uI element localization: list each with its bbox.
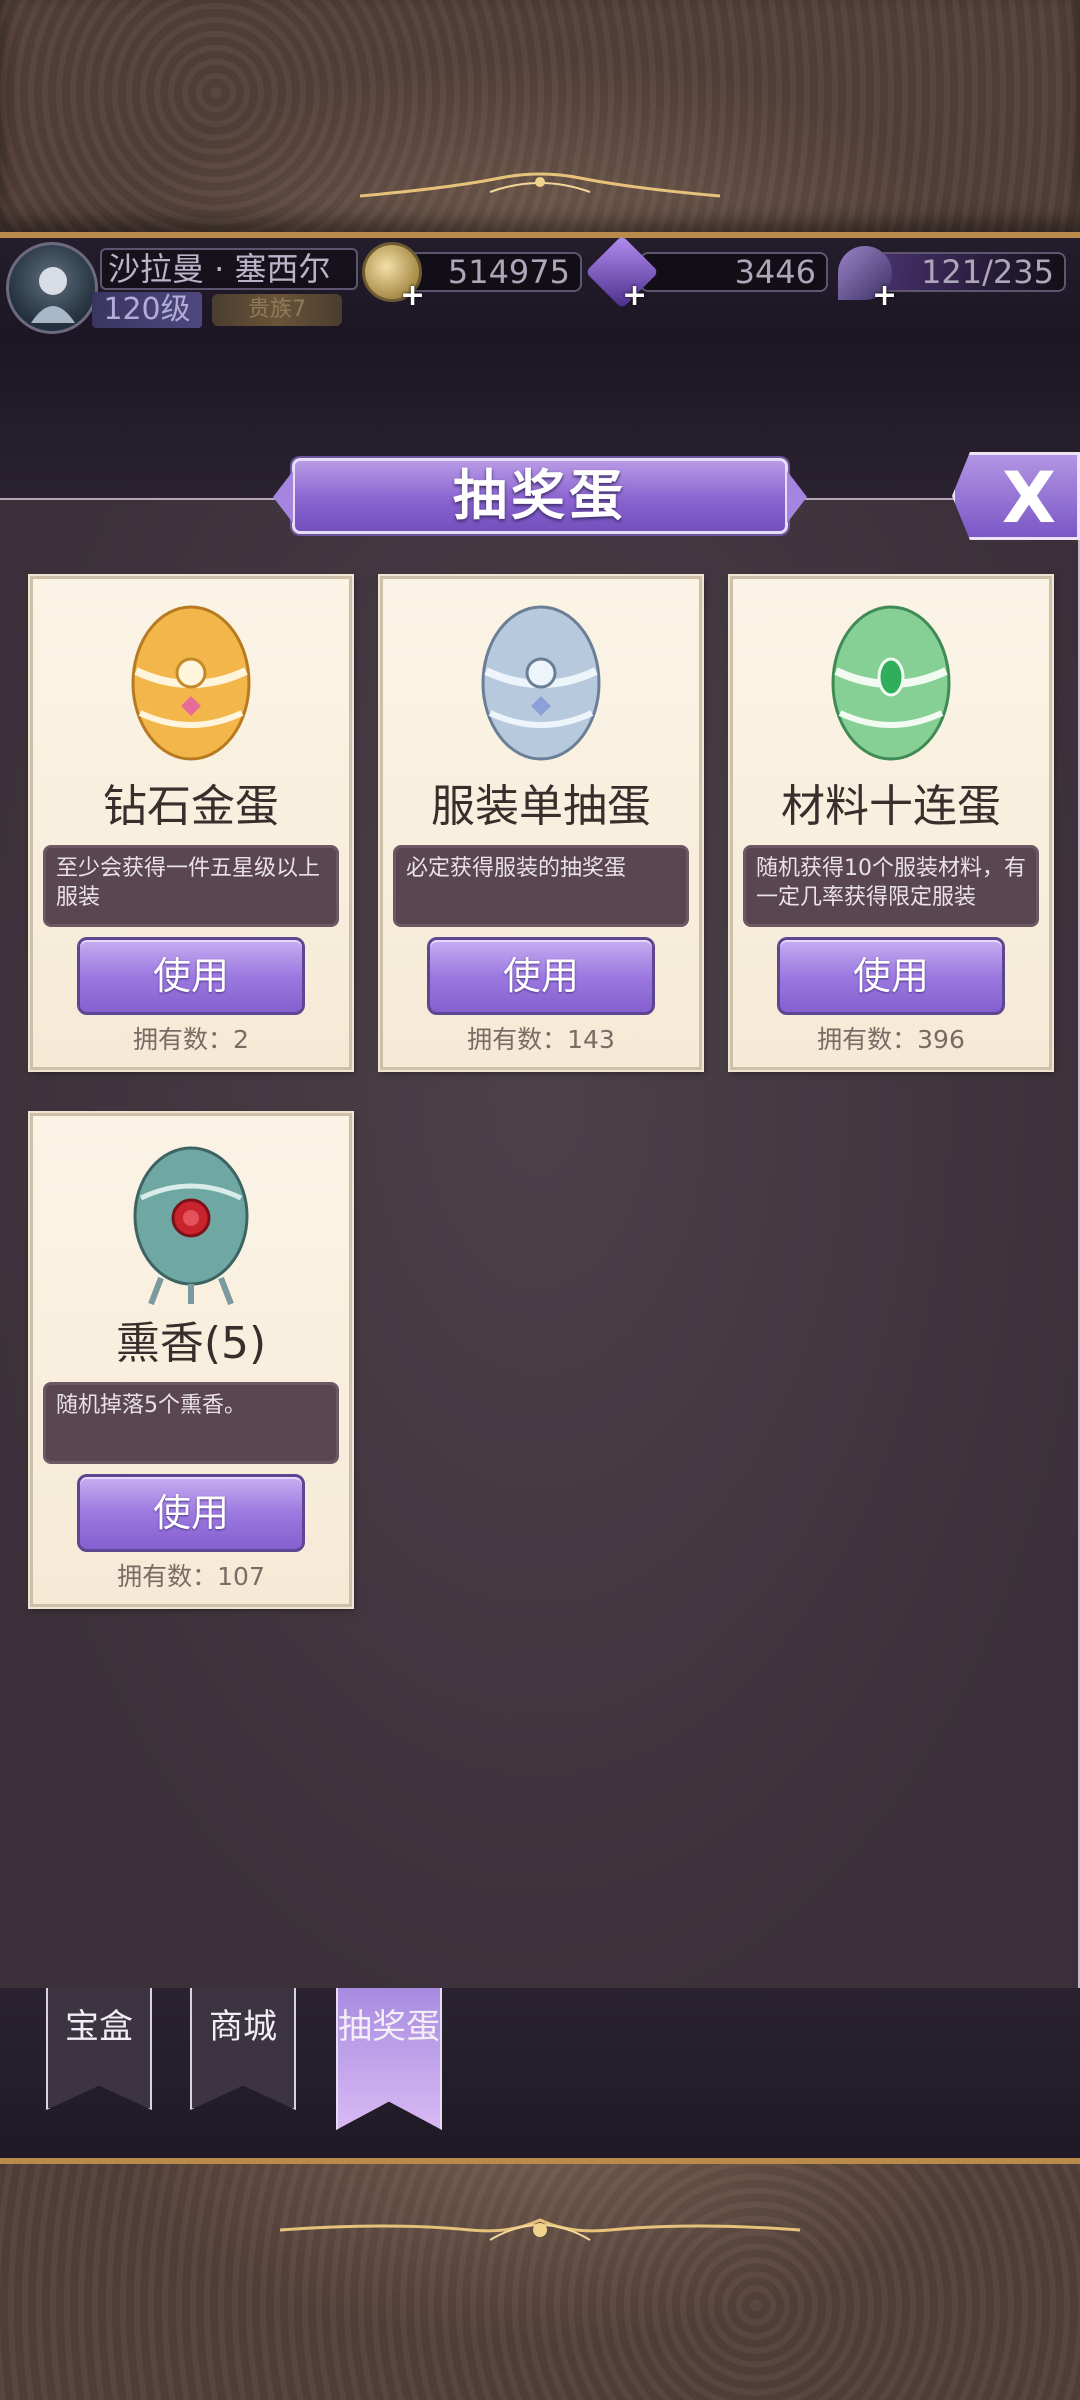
top-frame bbox=[0, 0, 1080, 238]
use-button[interactable]: 使用 bbox=[777, 937, 1005, 1015]
egg-card-diamond-gold: 钻石金蛋 至少会获得一件五星级以上服装 使用 拥有数：2 bbox=[30, 576, 352, 1070]
energy-counter: 121/235 bbox=[870, 252, 1066, 292]
bottom-tab-bar: 宝盒 商城 抽奖蛋 bbox=[0, 1988, 1080, 2158]
close-button[interactable]: X bbox=[952, 452, 1080, 540]
panel-title: 抽奖蛋 bbox=[453, 464, 627, 527]
owned-count: 拥有数：396 bbox=[817, 1025, 965, 1054]
egg-description: 必定获得服装的抽奖蛋 bbox=[393, 845, 689, 927]
owned-count: 拥有数：107 bbox=[117, 1562, 265, 1591]
player-rank-badge: 贵族7 bbox=[212, 294, 342, 326]
tab-shop[interactable]: 商城 bbox=[190, 1988, 296, 2110]
egg-description: 随机掉落5个熏香。 bbox=[43, 1382, 339, 1464]
bottom-flourish-ornament bbox=[279, 2218, 801, 2241]
diamond-counter: 3446 bbox=[640, 252, 828, 292]
player-hud: 沙拉曼 · 塞西尔 120级 贵族7 514975 + 3446 + 121/2… bbox=[0, 235, 1080, 338]
tab-lottery-egg[interactable]: 抽奖蛋 bbox=[336, 1988, 442, 2130]
use-button[interactable]: 使用 bbox=[77, 937, 305, 1015]
panel-title-banner: 抽奖蛋 bbox=[273, 458, 807, 534]
silver-egg-icon bbox=[481, 605, 601, 761]
add-gold-icon[interactable]: + bbox=[400, 278, 425, 313]
egg-card-material-ten: 材料十连蛋 随机获得10个服装材料，有一定几率获得限定服装 使用 拥有数：396 bbox=[730, 576, 1052, 1070]
add-diamond-icon[interactable]: + bbox=[622, 278, 647, 313]
incense-egg-icon bbox=[133, 1146, 249, 1306]
egg-description: 至少会获得一件五星级以上服装 bbox=[43, 845, 339, 927]
use-button[interactable]: 使用 bbox=[77, 1474, 305, 1552]
egg-name: 钻石金蛋 bbox=[103, 781, 279, 832]
gold-egg-icon bbox=[131, 605, 251, 761]
avatar-portrait-icon bbox=[31, 267, 75, 323]
use-button[interactable]: 使用 bbox=[427, 937, 655, 1015]
player-avatar[interactable] bbox=[6, 242, 98, 334]
add-energy-icon[interactable]: + bbox=[872, 278, 897, 313]
egg-name: 材料十连蛋 bbox=[781, 781, 1001, 832]
top-flourish-ornament bbox=[359, 172, 721, 198]
egg-card-outfit-single: 服装单抽蛋 必定获得服装的抽奖蛋 使用 拥有数：143 bbox=[380, 576, 702, 1070]
close-icon: X bbox=[1002, 457, 1056, 539]
green-egg-icon bbox=[831, 605, 951, 761]
player-level: 120级 bbox=[92, 292, 202, 328]
egg-name: 服装单抽蛋 bbox=[431, 781, 651, 832]
egg-card-incense: 熏香(5) 随机掉落5个熏香。 使用 拥有数：107 bbox=[30, 1113, 352, 1607]
egg-description: 随机获得10个服装材料，有一定几率获得限定服装 bbox=[743, 845, 1039, 927]
tab-treasure-box[interactable]: 宝盒 bbox=[46, 1988, 152, 2110]
owned-count: 拥有数：2 bbox=[133, 1025, 249, 1054]
egg-name: 熏香(5) bbox=[115, 1318, 267, 1369]
gold-counter: 514975 bbox=[404, 252, 582, 292]
player-name: 沙拉曼 · 塞西尔 bbox=[100, 248, 358, 290]
owned-count: 拥有数：143 bbox=[467, 1025, 615, 1054]
bottom-frame bbox=[0, 2158, 1080, 2400]
